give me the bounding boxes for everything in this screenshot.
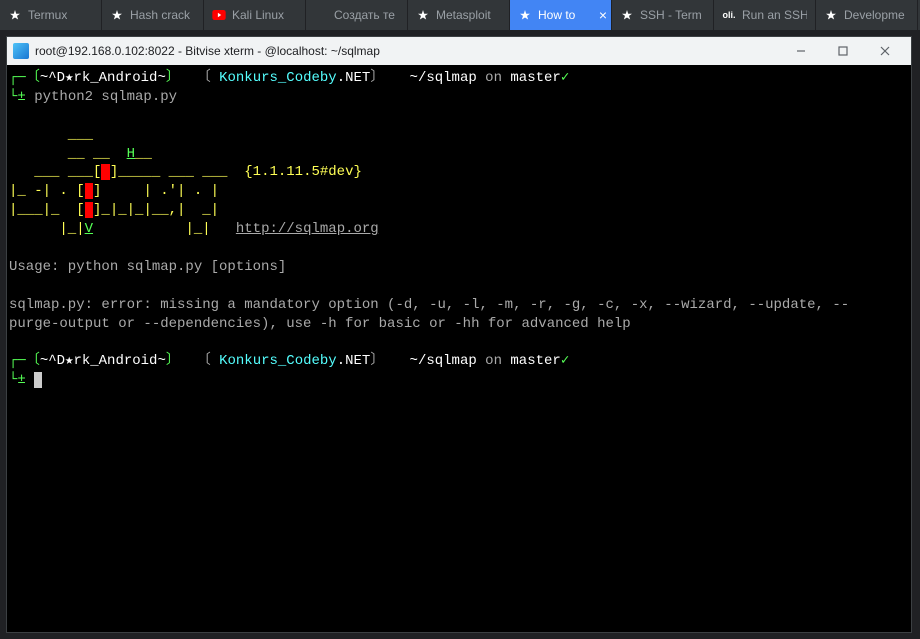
tab-label: Hash crack <box>130 8 190 22</box>
tab-create[interactable]: Создать те <box>306 0 408 30</box>
prompt-host: ~^D★rk_Android~ <box>40 70 166 86</box>
prompt-dollar: ± <box>17 372 25 388</box>
prompt-corner: ┌─ <box>9 353 26 369</box>
error-line: sqlmap.py: error: missing a mandatory op… <box>9 297 849 313</box>
banner-art: |_| <box>93 221 211 237</box>
bracket-open-2: 〔 <box>197 70 211 86</box>
star-icon <box>110 8 124 22</box>
blank-icon <box>314 8 328 22</box>
banner-art: |_ -| . [ <box>9 183 85 199</box>
star-icon <box>416 8 430 22</box>
youtube-icon <box>212 8 226 22</box>
prompt-path: ~/sqlmap <box>410 70 477 86</box>
tab-label: Termux <box>28 8 67 22</box>
window-titlebar: root@192.168.0.102:8022 - Bitvise xterm … <box>7 37 911 65</box>
bracket-open: 〔 <box>26 353 40 369</box>
check-icon: ✓ <box>561 70 569 86</box>
terminal-window: root@192.168.0.102:8022 - Bitvise xterm … <box>6 36 912 633</box>
bracket-close-2: 〕 <box>370 353 384 369</box>
banner-art: ]_____ ___ ___ <box>110 164 228 180</box>
bracket-open-2: 〔 <box>197 353 211 369</box>
command-text: python2 sqlmap.py <box>34 89 177 105</box>
oli-icon: oli. <box>722 8 736 22</box>
bracket-close: 〕 <box>166 353 180 369</box>
terminal-cursor <box>34 372 42 388</box>
prompt-dollar: ± <box>17 89 25 105</box>
window-title: root@192.168.0.102:8022 - Bitvise xterm … <box>35 44 380 58</box>
banner-v: V <box>85 221 93 237</box>
prompt-branch: master <box>510 70 560 86</box>
tab-label: Kali Linux <box>232 8 284 22</box>
minimize-button[interactable] <box>781 40 821 62</box>
on-text: on <box>485 353 502 369</box>
banner-art: ___ ___[ <box>17 164 101 180</box>
error-line: purge-output or --dependencies), use -h … <box>9 316 631 332</box>
banner-art: |_| <box>9 221 85 237</box>
close-button[interactable] <box>865 40 905 62</box>
banner-art: |___|_ [ <box>9 202 85 218</box>
banner-art: ]_|_|_|__,| _| <box>93 202 219 218</box>
banner-url: http://sqlmap.org <box>236 221 379 237</box>
tab-termux[interactable]: Termux <box>0 0 102 30</box>
star-icon <box>620 8 634 22</box>
tab-kali-linux[interactable]: Kali Linux <box>204 0 306 30</box>
star-icon <box>8 8 22 22</box>
browser-tab-bar: Termux Hash crack Kali Linux Создать те … <box>0 0 920 30</box>
prompt-host: ~^D★rk_Android~ <box>40 353 166 369</box>
tab-developme[interactable]: Developme <box>816 0 918 30</box>
on-text: on <box>485 70 502 86</box>
prompt-ctx-b: .NET <box>337 70 371 86</box>
maximize-button[interactable] <box>823 40 863 62</box>
banner-version: {1.1.11.5#dev} <box>244 164 362 180</box>
prompt-path: ~/sqlmap <box>410 353 477 369</box>
banner-art: ] | .'| . | <box>93 183 219 199</box>
prompt-corner: ┌─ <box>9 70 26 86</box>
tab-how-to[interactable]: How to × <box>510 0 612 30</box>
tab-ssh-term[interactable]: SSH - Term <box>612 0 714 30</box>
tab-hash-crack[interactable]: Hash crack <box>102 0 204 30</box>
star-icon <box>824 8 838 22</box>
tab-label: Metasploit <box>436 8 491 22</box>
prompt-ctx-a: Konkurs_Codeby <box>219 353 337 369</box>
bracket-close: 〕 <box>166 70 180 86</box>
usage-line: Usage: python sqlmap.py [options] <box>9 259 286 275</box>
star-icon <box>518 8 532 22</box>
banner-h: H <box>127 146 135 162</box>
tab-label: Developme <box>844 8 905 22</box>
terminal-content[interactable]: ┌─〔~^D★rk_Android~〕 〔 Konkurs_Codeby.NET… <box>7 65 911 632</box>
tab-label: SSH - Term <box>640 8 702 22</box>
tab-metasploit[interactable]: Metasploit <box>408 0 510 30</box>
prompt-branch: master <box>510 353 560 369</box>
banner-art: ___ <box>9 127 93 143</box>
tab-label: Создать те <box>334 8 395 22</box>
app-icon <box>13 43 29 59</box>
tab-label: How to <box>538 8 575 22</box>
tab-run-ssh[interactable]: oli. Run an SSH <box>714 0 816 30</box>
bracket-close-2: 〕 <box>370 70 384 86</box>
prompt-ctx-a: Konkurs_Codeby <box>219 70 337 86</box>
close-icon[interactable]: × <box>599 8 607 22</box>
tab-label: Run an SSH <box>742 8 807 22</box>
banner-art: __ __ <box>9 146 110 162</box>
check-icon: ✓ <box>561 353 569 369</box>
prompt-ctx-b: .NET <box>337 353 371 369</box>
bracket-open: 〔 <box>26 70 40 86</box>
